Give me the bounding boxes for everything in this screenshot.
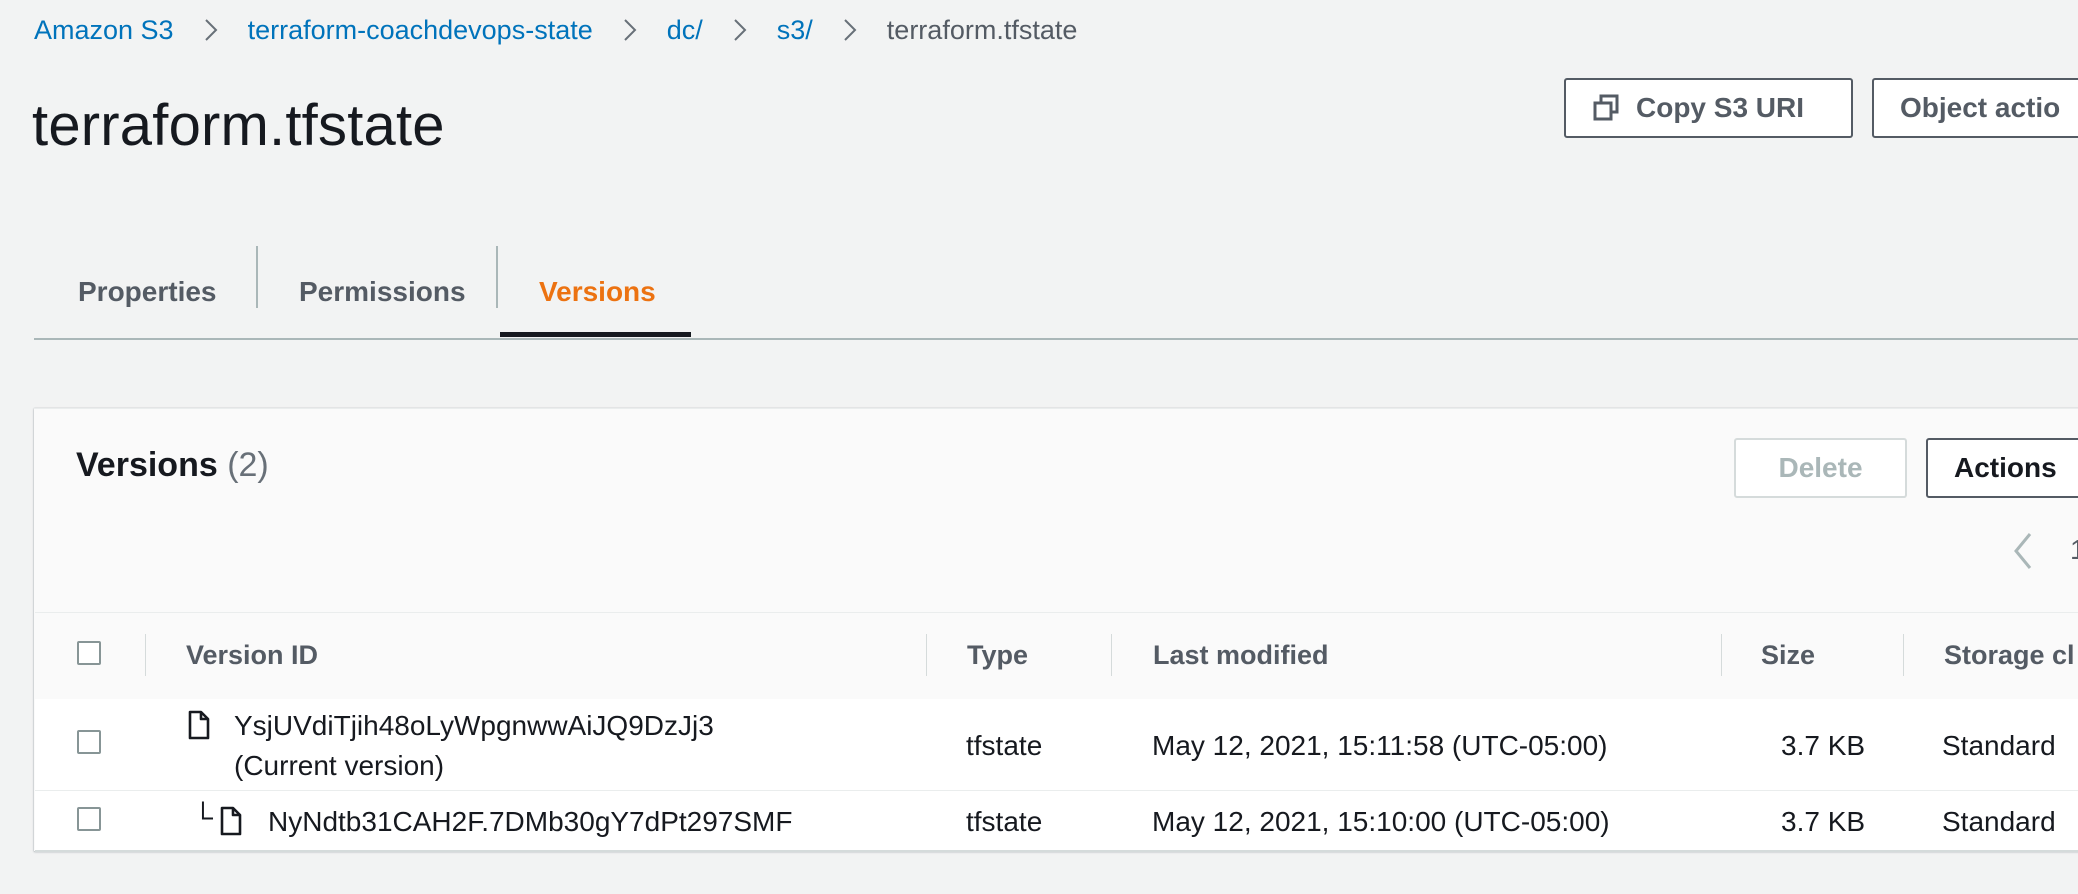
version-id: YsjUVdiTjih48oLyWpgnwwAiJQ9DzJj3 [234, 710, 714, 741]
column-header-last-modified[interactable]: Last modified [1153, 612, 1329, 698]
tab-divider [256, 246, 258, 308]
column-divider [145, 634, 146, 676]
versions-panel-title: Versions (2) [76, 446, 269, 485]
copy-icon [1592, 94, 1620, 122]
copy-s3-uri-button[interactable]: Copy S3 URI [1564, 78, 1853, 138]
versions-title-text: Versions [76, 446, 218, 484]
tab-bar: Properties Permissions Versions [34, 246, 2078, 340]
version-id-link[interactable]: NyNdtb31CAH2F.7DMb30gY7dPt297SMF [268, 806, 792, 838]
column-header-type[interactable]: Type [967, 612, 1028, 698]
breadcrumb-link-dc[interactable]: dc/ [667, 15, 703, 46]
breadcrumb-link-amazon-s3[interactable]: Amazon S3 [34, 15, 174, 46]
select-all-checkbox[interactable] [77, 641, 101, 665]
versions-count: (2) [227, 446, 269, 484]
last-modified-cell: May 12, 2021, 15:10:00 (UTC-05:00) [1152, 806, 1610, 837]
tab-properties[interactable]: Properties [78, 246, 217, 338]
column-divider [1903, 634, 1904, 676]
chevron-right-icon [174, 18, 248, 42]
breadcrumb: Amazon S3 terraform-coachdevops-state dc… [34, 8, 1077, 52]
type-cell: tfstate [966, 806, 1043, 837]
row-checkbox[interactable] [77, 807, 101, 831]
storage-class-cell: Standard [1942, 806, 2056, 837]
tab-versions[interactable]: Versions [539, 246, 656, 338]
type-cell: tfstate [966, 730, 1043, 761]
breadcrumb-link-s3[interactable]: s3/ [777, 15, 813, 46]
chevron-right-icon [703, 18, 777, 42]
object-actions-button[interactable]: Object actio [1872, 78, 2078, 138]
chevron-right-icon [593, 18, 667, 42]
last-modified-cell: May 12, 2021, 15:11:58 (UTC-05:00) [1152, 730, 1608, 761]
column-header-version-id[interactable]: Version ID [186, 612, 318, 698]
file-icon [220, 806, 242, 836]
delete-label: Delete [1778, 452, 1863, 483]
breadcrumb-link-bucket[interactable]: terraform-coachdevops-state [248, 15, 593, 46]
current-version-label: (Current version) [234, 750, 445, 781]
tree-branch-icon: └ [193, 802, 213, 833]
object-actions-label: Object actio [1900, 92, 2061, 123]
pagination-page-number[interactable]: 1 [2070, 534, 2078, 564]
file-icon [188, 710, 210, 740]
copy-s3-uri-label: Copy S3 URI [1636, 92, 1805, 123]
breadcrumb-current: terraform.tfstate [886, 14, 1078, 45]
chevron-right-icon [813, 18, 887, 42]
column-divider [1721, 634, 1722, 676]
page-title: terraform.tfstate [32, 93, 445, 158]
column-header-storage-class[interactable]: Storage cl [1944, 612, 2075, 698]
tab-permissions[interactable]: Permissions [299, 246, 466, 338]
tab-divider [496, 246, 498, 308]
row-checkbox[interactable] [77, 730, 101, 754]
actions-label: Actions [1954, 452, 2057, 483]
column-header-size[interactable]: Size [1761, 612, 1815, 698]
chevron-left-icon[interactable] [2010, 530, 2034, 572]
actions-button[interactable]: Actions [1926, 438, 2078, 498]
column-divider [1111, 634, 1112, 676]
active-tab-indicator [500, 332, 691, 337]
delete-button[interactable]: Delete [1734, 438, 1907, 498]
storage-class-cell: Standard [1942, 730, 2056, 761]
size-cell: 3.7 KB [1781, 806, 1866, 837]
size-cell: 3.7 KB [1781, 730, 1866, 761]
column-divider [926, 634, 927, 676]
